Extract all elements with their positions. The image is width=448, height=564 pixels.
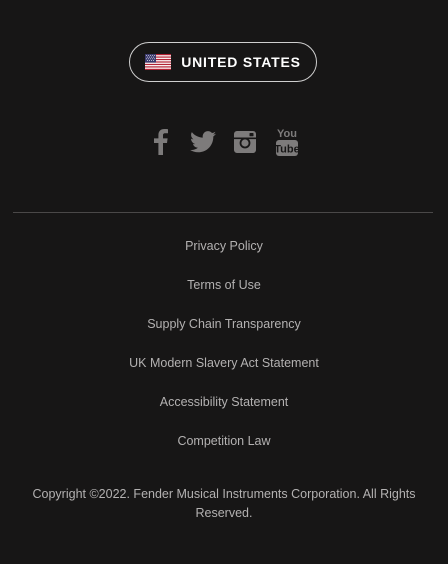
legal-link-item: Privacy Policy xyxy=(0,236,448,275)
social-links: You Tube xyxy=(0,124,448,160)
region-label: UNITED STATES xyxy=(181,54,301,70)
twitter-link[interactable] xyxy=(189,125,217,159)
facebook-icon xyxy=(154,129,168,155)
competition-law-link[interactable]: Competition Law xyxy=(177,434,270,448)
legal-link-item: Competition Law xyxy=(0,431,448,470)
region-selector-button[interactable]: UNITED STATES xyxy=(129,42,317,82)
instagram-link[interactable] xyxy=(231,125,259,159)
supply-chain-transparency-link[interactable]: Supply Chain Transparency xyxy=(147,317,301,331)
accessibility-statement-link[interactable]: Accessibility Statement xyxy=(160,395,289,409)
youtube-icon: You Tube xyxy=(275,128,299,156)
terms-of-use-link[interactable]: Terms of Use xyxy=(187,278,261,292)
site-footer: UNITED STATES You Tube Privacy Policy Te… xyxy=(0,0,448,564)
instagram-icon xyxy=(234,131,256,153)
youtube-link[interactable]: You Tube xyxy=(273,125,301,159)
facebook-link[interactable] xyxy=(147,125,175,159)
youtube-icon-bottom-text: Tube xyxy=(275,144,299,156)
privacy-policy-link[interactable]: Privacy Policy xyxy=(185,239,263,253)
footer-divider xyxy=(13,212,433,213)
legal-links: Privacy Policy Terms of Use Supply Chain… xyxy=(0,236,448,470)
modern-slavery-statement-link[interactable]: UK Modern Slavery Act Statement xyxy=(129,356,319,370)
copyright-text: Copyright ©2022. Fender Musical Instrume… xyxy=(32,487,416,520)
legal-link-item: Accessibility Statement xyxy=(0,392,448,431)
legal-link-item: Terms of Use xyxy=(0,275,448,314)
legal-link-item: Supply Chain Transparency xyxy=(0,314,448,353)
twitter-icon xyxy=(190,131,216,153)
us-flag-icon xyxy=(145,54,172,70)
youtube-icon-top-text: You xyxy=(277,128,297,140)
legal-link-item: UK Modern Slavery Act Statement xyxy=(0,353,448,392)
